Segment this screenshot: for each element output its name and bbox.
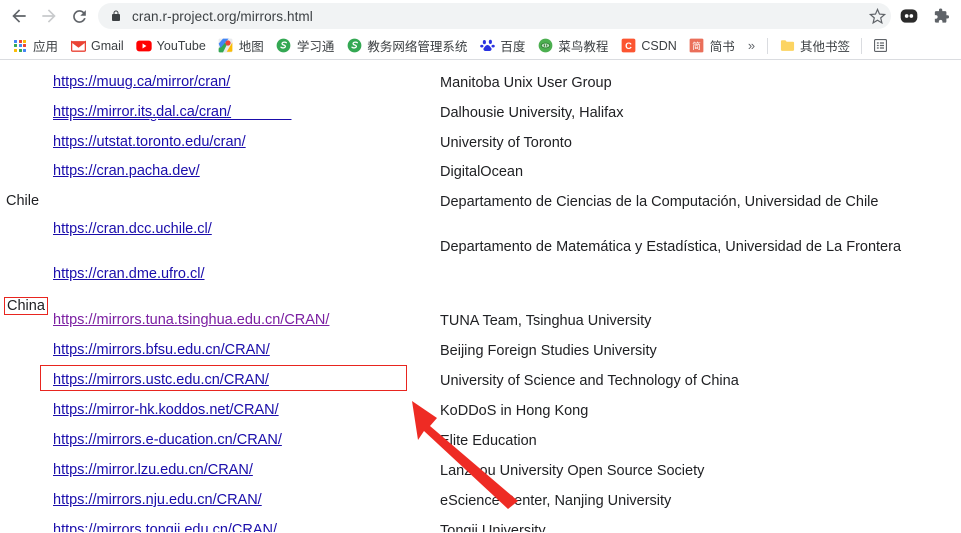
globe-icon — [276, 38, 292, 54]
reload-icon — [72, 9, 86, 23]
jianshu-icon: 简 — [689, 38, 705, 54]
mirror-description: Manitoba Unix User Group — [440, 75, 612, 91]
globe-icon — [346, 38, 362, 54]
bookmark-label: 应用 — [33, 40, 59, 54]
browser-chrome: cran.r-project.org/mirrors.html 应用 Gmail… — [0, 0, 961, 60]
extensions-puzzle-icon[interactable] — [927, 2, 955, 30]
bookmark-label: 简书 — [709, 40, 735, 54]
mirror-description: Dalhousie University, Halifax — [440, 105, 624, 121]
bookmark-label: 菜鸟教程 — [558, 40, 609, 54]
bookmark-label: 教务网络管理系统 — [367, 40, 468, 54]
bookmark-other-bookmarks-folder[interactable]: 其他书签 — [773, 35, 856, 57]
mirror-link[interactable]: https://mirrors.ustc.edu.cn/CRAN/ — [53, 372, 269, 388]
address-bar-url: cran.r-project.org/mirrors.html — [132, 8, 313, 24]
mirror-link[interactable]: https://mirror.lzu.edu.cn/CRAN/ — [53, 462, 253, 478]
bookmark-label: 学习通 — [296, 40, 335, 54]
mirror-link[interactable]: https://mirrors.e-ducation.cn/CRAN/ — [53, 432, 282, 448]
mirror-description: University of Toronto — [440, 135, 572, 151]
country-heading: Chile — [6, 193, 40, 209]
bookmarks-divider — [767, 37, 769, 54]
reading-list-button[interactable] — [867, 35, 898, 57]
mirror-link[interactable]: https://cran.dcc.uchile.cl/ — [53, 221, 212, 237]
bookmark-label: Gmail — [91, 38, 124, 53]
mirror-link[interactable]: https://muug.ca/mirror/cran/ — [53, 74, 230, 90]
mirror-description: Departamento de Matemática y Estadística… — [440, 239, 902, 255]
folder-icon — [779, 38, 795, 54]
address-bar[interactable]: cran.r-project.org/mirrors.html — [98, 3, 891, 29]
reload-button[interactable] — [64, 1, 94, 31]
mirror-description: Lanzhou University Open Source Society — [440, 463, 705, 479]
mirror-description: Tongji University — [440, 523, 546, 532]
mirror-description: University of Science and Technology of … — [440, 373, 739, 389]
bookmark-gmail[interactable]: Gmail — [64, 35, 130, 57]
mirror-description: Beijing Foreign Studies University — [440, 343, 657, 359]
mirror-link[interactable]: https://mirror.its.dal.ca/cran/ — [53, 104, 231, 120]
browser-toolbar: cran.r-project.org/mirrors.html — [0, 0, 961, 32]
bookmark-xuexitong[interactable]: 学习通 — [270, 35, 341, 57]
bookmarks-divider — [861, 37, 863, 54]
bookmark-jianshu[interactable]: 简 简书 — [683, 35, 741, 57]
bookmarks-bar: 应用 Gmail YouTube 地图 学习通 教务网络管理系统 百度 菜鸟教程… — [0, 32, 961, 60]
bookmark-label: 百度 — [500, 40, 526, 54]
google-maps-icon — [218, 38, 234, 54]
csdn-icon: C — [620, 38, 636, 54]
mirror-link[interactable]: https://mirrors.bfsu.edu.cn/CRAN/ — [53, 342, 270, 358]
mirror-description: TUNA Team, Tsinghua University — [440, 313, 652, 329]
back-button[interactable] — [4, 1, 34, 31]
star-icon — [868, 7, 886, 24]
baidu-icon — [479, 38, 495, 54]
bookmark-runoob[interactable]: 菜鸟教程 — [531, 35, 614, 57]
bookmark-star-button[interactable] — [863, 2, 891, 30]
bookmark-maps[interactable]: 地图 — [212, 35, 270, 57]
mirror-description: Departamento de Ciencias de la Computaci… — [440, 194, 879, 210]
back-arrow-icon — [12, 9, 26, 23]
bookmark-label: CSDN — [641, 38, 677, 53]
mirror-description: KoDDoS in Hong Kong — [440, 403, 589, 419]
lock-icon — [110, 9, 122, 23]
bookmark-youtube[interactable]: YouTube — [130, 35, 212, 57]
mirror-description: Elite Education — [440, 433, 537, 449]
bookmark-jiaowu-system[interactable]: 教务网络管理系统 — [340, 35, 473, 57]
apps-grid-icon — [12, 38, 28, 54]
bookmark-csdn[interactable]: C CSDN — [614, 35, 682, 57]
mirror-link[interactable]: https://mirrors.nju.edu.cn/CRAN/ — [53, 492, 262, 508]
mirror-description: DigitalOcean — [440, 164, 524, 180]
bookmark-label: 其他书签 — [800, 40, 851, 54]
country-heading: China — [4, 297, 48, 315]
youtube-icon — [136, 38, 152, 54]
forward-arrow-icon — [42, 9, 56, 23]
svg-text:简: 简 — [692, 40, 701, 52]
forward-button[interactable] — [34, 1, 64, 31]
svg-text:C: C — [625, 41, 632, 51]
mirror-link[interactable]: https://cran.dme.ufro.cl/ — [53, 266, 205, 282]
runoob-icon — [537, 38, 553, 54]
mirror-link[interactable]: https://mirrors.tongji.edu.cn/CRAN/ — [53, 522, 277, 532]
cran-mirrors-page: https://mirror.rcg.sfu.ca/mirror/CRAN/ht… — [0, 60, 961, 532]
bookmark-baidu[interactable]: 百度 — [473, 35, 531, 57]
mirror-description: eScience Center, Nanjing University — [440, 493, 672, 509]
bookmark-label: 地图 — [238, 40, 264, 54]
mirror-link[interactable]: https://cran.pacha.dev/ — [53, 163, 200, 179]
reading-list-icon — [872, 38, 888, 54]
gmail-icon — [70, 38, 86, 54]
mirror-link[interactable]: https://mirror-hk.koddos.net/CRAN/ — [53, 402, 279, 418]
profile-avatar-icon[interactable] — [895, 2, 923, 30]
bookmark-label: YouTube — [156, 38, 206, 53]
bookmark-apps[interactable]: 应用 — [6, 35, 64, 57]
mirror-link[interactable]: https://mirrors.tuna.tsinghua.edu.cn/CRA… — [53, 312, 329, 328]
bookmarks-overflow-button[interactable]: » — [741, 38, 762, 53]
mirror-link[interactable]: https://utstat.toronto.edu/cran/ — [53, 134, 246, 150]
